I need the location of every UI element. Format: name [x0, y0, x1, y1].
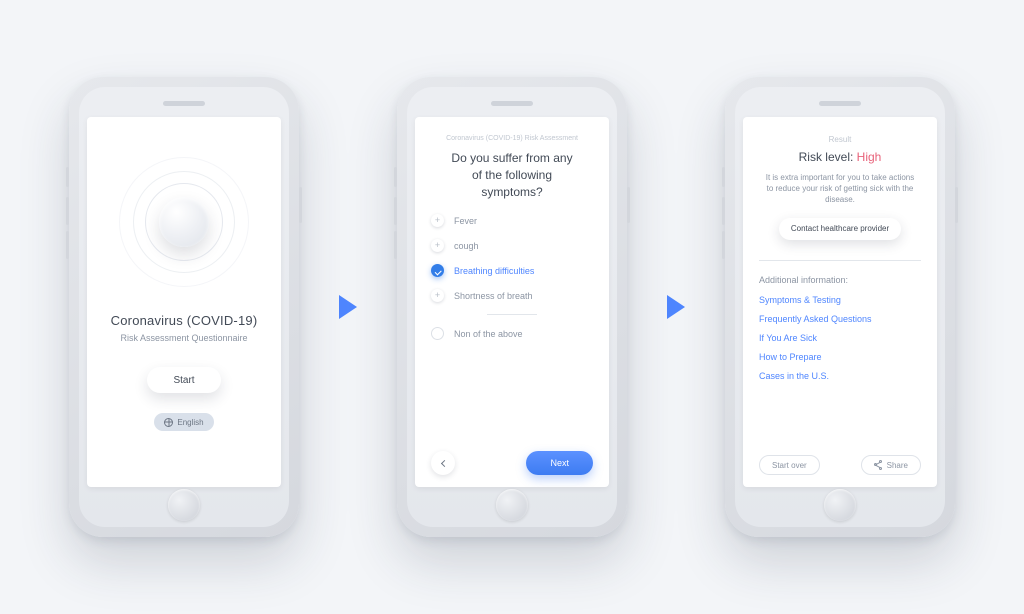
symptom-option-list: Fever cough Breathing difficulties Short…: [431, 214, 593, 302]
phone-side-button: [66, 167, 69, 187]
risk-level-value: High: [857, 150, 882, 164]
share-button[interactable]: Share: [861, 455, 921, 475]
risk-level-prefix: Risk level:: [799, 150, 857, 164]
symptom-option-breathing-difficulties[interactable]: Breathing difficulties: [431, 264, 593, 277]
app-showcase-stage: Coronavirus (COVID-19) Risk Assessment Q…: [0, 0, 1024, 614]
globe-icon: [164, 418, 173, 427]
plus-icon: [431, 214, 444, 227]
symptom-option-shortness-of-breath[interactable]: Shortness of breath: [431, 289, 593, 302]
next-button-label: Next: [550, 458, 569, 468]
breadcrumb: Coronavirus (COVID-19) Risk Assessment: [431, 135, 593, 142]
phone-speaker: [819, 101, 861, 106]
phone-side-button: [722, 197, 725, 225]
additional-info-heading: Additional information:: [759, 275, 921, 285]
phone-side-button: [722, 167, 725, 187]
info-link-if-sick[interactable]: If You Are Sick: [759, 333, 921, 343]
info-link-symptoms-testing[interactable]: Symptoms & Testing: [759, 295, 921, 305]
divider: [487, 314, 537, 315]
info-link-faq[interactable]: Frequently Asked Questions: [759, 314, 921, 324]
option-label: cough: [454, 241, 479, 251]
phone-side-button: [66, 231, 69, 259]
result-screen: Result Risk level: High It is extra impo…: [743, 117, 937, 487]
breadcrumb: Result: [759, 135, 921, 144]
phone-side-button: [722, 231, 725, 259]
intro-screen: Coronavirus (COVID-19) Risk Assessment Q…: [87, 117, 281, 487]
info-link-list: Symptoms & Testing Frequently Asked Ques…: [759, 295, 921, 381]
language-label: English: [177, 418, 203, 427]
symptom-option-none[interactable]: Non of the above: [431, 327, 593, 340]
info-link-cases-us[interactable]: Cases in the U.S.: [759, 371, 921, 381]
result-footer: Start over Share: [759, 455, 921, 475]
share-label: Share: [887, 461, 908, 470]
phone-home-button[interactable]: [824, 489, 856, 521]
plus-icon: [431, 239, 444, 252]
phone-speaker: [163, 101, 205, 106]
plus-icon: [431, 289, 444, 302]
intro-subtitle: Risk Assessment Questionnaire: [120, 333, 247, 343]
question-screen: Coronavirus (COVID-19) Risk Assessment D…: [415, 117, 609, 487]
phone-mockup-intro: Coronavirus (COVID-19) Risk Assessment Q…: [69, 77, 299, 537]
contact-provider-button[interactable]: Contact healthcare provider: [779, 218, 901, 240]
divider: [759, 260, 921, 261]
phone-home-button[interactable]: [496, 489, 528, 521]
start-over-button[interactable]: Start over: [759, 455, 820, 475]
contact-provider-label: Contact healthcare provider: [791, 224, 889, 233]
phone-side-button: [394, 167, 397, 187]
intro-title: Coronavirus (COVID-19): [111, 313, 258, 328]
risk-level-heading: Risk level: High: [759, 150, 921, 164]
flow-arrow-icon: [667, 295, 685, 319]
chevron-left-icon: [440, 459, 447, 466]
option-label: Breathing difficulties: [454, 266, 534, 276]
share-icon: [874, 461, 882, 469]
risk-description: It is extra important for you to take ac…: [763, 172, 917, 206]
question-title: Do you suffer from any of the following …: [445, 150, 579, 200]
phone-side-button: [66, 197, 69, 225]
check-icon: [431, 264, 444, 277]
flow-arrow-icon: [339, 295, 357, 319]
question-footer: Next: [431, 451, 593, 475]
phone-mockup-result: Result Risk level: High It is extra impo…: [725, 77, 955, 537]
start-over-label: Start over: [772, 461, 807, 470]
start-button[interactable]: Start: [147, 367, 221, 393]
intro-orb-graphic: [119, 157, 249, 287]
info-link-how-to-prepare[interactable]: How to Prepare: [759, 352, 921, 362]
phone-side-button: [627, 187, 630, 223]
option-label: Fever: [454, 216, 477, 226]
start-button-label: Start: [173, 375, 194, 386]
phone-side-button: [955, 187, 958, 223]
next-button[interactable]: Next: [526, 451, 593, 475]
phone-side-button: [299, 187, 302, 223]
option-label: Non of the above: [454, 329, 523, 339]
phone-speaker: [491, 101, 533, 106]
symptom-option-fever[interactable]: Fever: [431, 214, 593, 227]
back-button[interactable]: [431, 451, 455, 475]
language-selector[interactable]: English: [154, 413, 213, 431]
phone-side-button: [394, 197, 397, 225]
option-label: Shortness of breath: [454, 291, 533, 301]
phone-side-button: [394, 231, 397, 259]
symptom-option-cough[interactable]: cough: [431, 239, 593, 252]
radio-empty-icon: [431, 327, 444, 340]
phone-home-button[interactable]: [168, 489, 200, 521]
phone-mockup-question: Coronavirus (COVID-19) Risk Assessment D…: [397, 77, 627, 537]
